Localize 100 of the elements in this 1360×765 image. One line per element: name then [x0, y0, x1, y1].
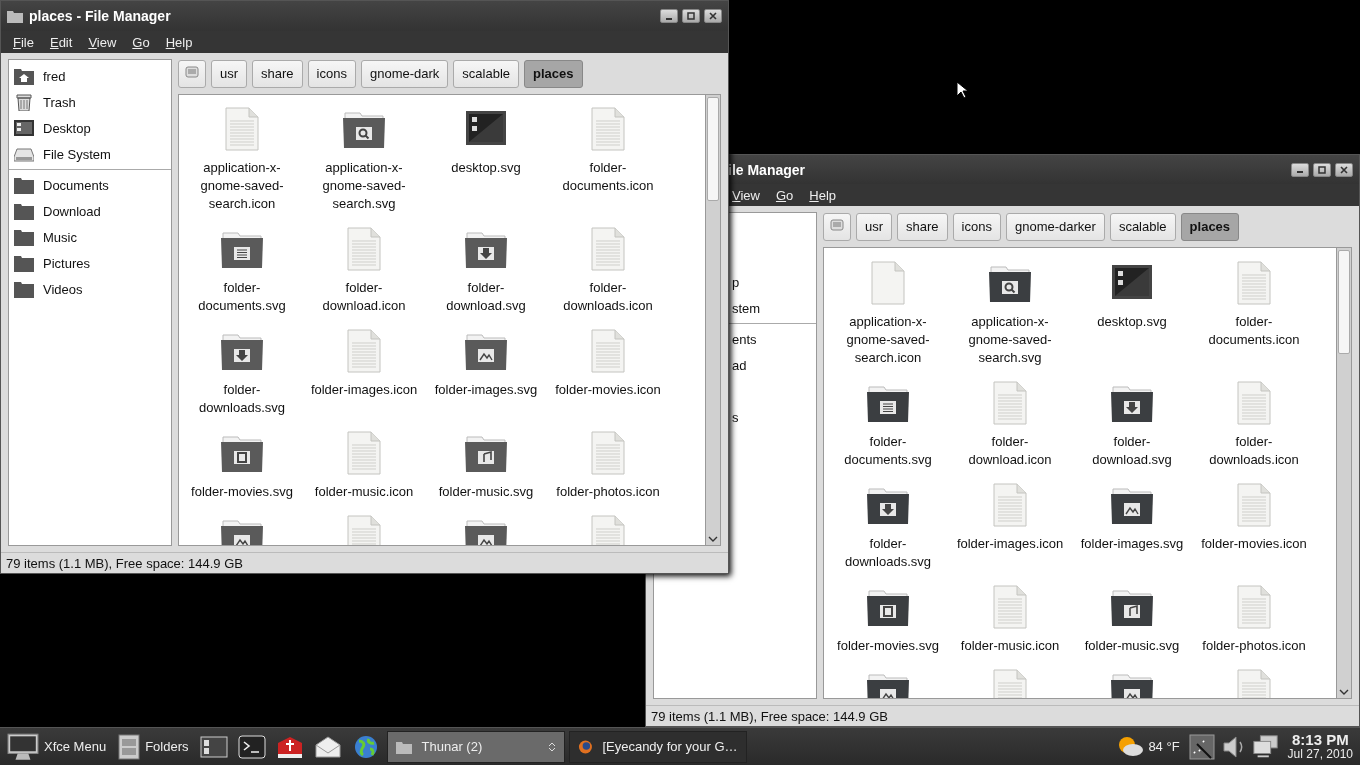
clock-date[interactable]: Jul 27, 2010 — [1287, 746, 1353, 761]
menu-item[interactable]: Help — [157, 34, 201, 50]
sidebar-item[interactable]: p — [732, 269, 816, 295]
sidebar-item[interactable]: ad — [732, 352, 816, 378]
file-name[interactable]: application-x-gnome-saved-search.icon — [832, 313, 944, 367]
menu-item[interactable]: Go — [767, 187, 802, 203]
file-name[interactable]: folder-documents.icon — [552, 159, 664, 195]
sidebar-item[interactable]: Music — [9, 224, 171, 250]
sidebar-item[interactable]: Documents — [9, 172, 171, 198]
clock-time[interactable]: 8:13 PM — [1291, 732, 1349, 747]
menu-item[interactable]: File — [5, 34, 42, 50]
file-name[interactable]: folder-music.icon — [314, 483, 414, 501]
drive-icon — [185, 65, 199, 79]
scrollbar[interactable] — [1337, 247, 1352, 699]
file-name[interactable]: desktop.svg — [451, 159, 521, 177]
maximize-button[interactable] — [1313, 162, 1331, 177]
file-name[interactable]: folder-downloads.icon — [1198, 433, 1310, 469]
file-name[interactable]: folder-downloads.svg — [186, 381, 298, 417]
window-title: places - File Manager — [29, 8, 171, 24]
file-name[interactable]: folder-documents.icon — [1198, 313, 1310, 349]
file-name[interactable]: folder-download.svg — [430, 279, 542, 315]
minimize-icon — [1297, 171, 1303, 173]
sidebar-item[interactable]: fred — [9, 63, 171, 89]
file-name[interactable]: folder-downloads.svg — [832, 535, 944, 571]
sidebar-item[interactable]: Download — [9, 198, 171, 224]
network-icon[interactable] — [1251, 733, 1280, 760]
task-button[interactable]: [Eyecandy for your G… — [568, 730, 747, 763]
file-name[interactable]: application-x-gnome-saved-search.svg — [954, 313, 1066, 367]
path-button[interactable]: icons — [952, 212, 1001, 241]
path-button[interactable]: share — [897, 212, 948, 241]
path-button[interactable]: share — [252, 59, 303, 88]
scroll-down-icon — [708, 536, 718, 542]
file-name[interactable]: folder-documents.svg — [832, 433, 944, 469]
file-name[interactable]: folder-download.icon — [954, 433, 1066, 469]
file-name[interactable]: application-x-gnome-saved-search.icon — [186, 159, 298, 213]
sidebar-item[interactable]: File System — [9, 141, 171, 167]
file-name[interactable]: folder-music.svg — [438, 483, 534, 501]
file-name[interactable]: folder-music.svg — [1084, 637, 1180, 655]
file-name[interactable]: folder-documents.svg — [186, 279, 298, 315]
minimize-icon — [666, 17, 672, 20]
file-name[interactable]: desktop.svg — [1097, 313, 1167, 331]
file-name[interactable]: folder-download.icon — [308, 279, 420, 315]
file-name[interactable]: folder-photos.icon — [556, 483, 660, 501]
close-button[interactable] — [704, 9, 722, 23]
close-button[interactable] — [1335, 162, 1353, 177]
folder-icon — [7, 9, 23, 23]
path-button[interactable]: scalable — [1109, 212, 1176, 241]
path-button[interactable]: gnome-darker — [1005, 212, 1105, 241]
folder-icon — [14, 280, 34, 298]
scroll-thumb[interactable] — [1338, 250, 1350, 354]
sidebar-item[interactable]: Videos — [9, 276, 171, 302]
menu-item[interactable]: Go — [124, 34, 158, 50]
scrollbar[interactable] — [706, 94, 721, 546]
file-name[interactable]: folder-photos.icon — [1202, 637, 1306, 655]
folders-button[interactable]: Folders — [114, 729, 193, 764]
task-button[interactable]: Thunar (2) — [386, 730, 565, 763]
desktop-icon[interactable] — [199, 734, 228, 759]
drive-icon — [830, 218, 844, 232]
menu-item[interactable]: View — [731, 187, 768, 203]
file-name[interactable]: folder-download.svg — [1076, 433, 1188, 469]
menu-item[interactable]: Edit — [41, 34, 81, 50]
updown-caret-icon — [547, 740, 556, 753]
file-name[interactable]: folder-images.svg — [434, 381, 538, 399]
sidebar-item[interactable]: stem — [732, 295, 816, 321]
file-name[interactable]: folder-music.icon — [960, 637, 1060, 655]
sidebar-item[interactable]: ents — [732, 326, 816, 352]
file-name[interactable]: application-x-gnome-saved-search.svg — [308, 159, 420, 213]
path-button[interactable]: places — [1180, 212, 1240, 241]
terminal-icon[interactable] — [237, 734, 266, 759]
wand-icon[interactable] — [1187, 733, 1216, 760]
sidebar-item[interactable]: Desktop — [9, 115, 171, 141]
file-name[interactable]: folder-images.icon — [310, 381, 418, 399]
home-folder-icon — [14, 67, 34, 85]
folder-icon — [14, 202, 34, 220]
path-button[interactable]: usr — [856, 212, 893, 241]
menu-item[interactable]: Help — [801, 187, 845, 203]
maximize-button[interactable] — [682, 9, 700, 23]
close-icon — [1339, 164, 1349, 175]
path-button[interactable]: usr — [211, 59, 248, 88]
file-name[interactable]: folder-images.icon — [956, 535, 1064, 553]
scroll-thumb[interactable] — [707, 97, 719, 201]
minimize-button[interactable] — [660, 9, 678, 23]
menu-item[interactable]: View — [80, 34, 125, 50]
path-button[interactable]: gnome-dark — [360, 59, 449, 88]
sidebar-item[interactable]: Trash — [9, 89, 171, 115]
book-icon[interactable] — [275, 734, 304, 759]
path-button[interactable]: scalable — [453, 59, 520, 88]
sidebar-item[interactable]: s — [732, 404, 816, 430]
mail-icon[interactable] — [313, 734, 342, 759]
file-name[interactable]: folder-downloads.icon — [552, 279, 664, 315]
path-button[interactable]: icons — [307, 59, 356, 88]
file-name[interactable]: folder-movies.svg — [191, 483, 293, 501]
sidebar-item[interactable]: Pictures — [9, 250, 171, 276]
path-button[interactable]: places — [524, 59, 583, 88]
menu-button[interactable]: Xfce Menu — [3, 729, 111, 764]
file-name[interactable]: folder-movies.svg — [837, 637, 939, 655]
minimize-button[interactable] — [1291, 162, 1309, 177]
file-name[interactable]: folder-images.svg — [1080, 535, 1184, 553]
file-name[interactable]: folder-movies.icon — [1201, 535, 1307, 553]
file-name[interactable]: folder-movies.icon — [555, 381, 661, 399]
